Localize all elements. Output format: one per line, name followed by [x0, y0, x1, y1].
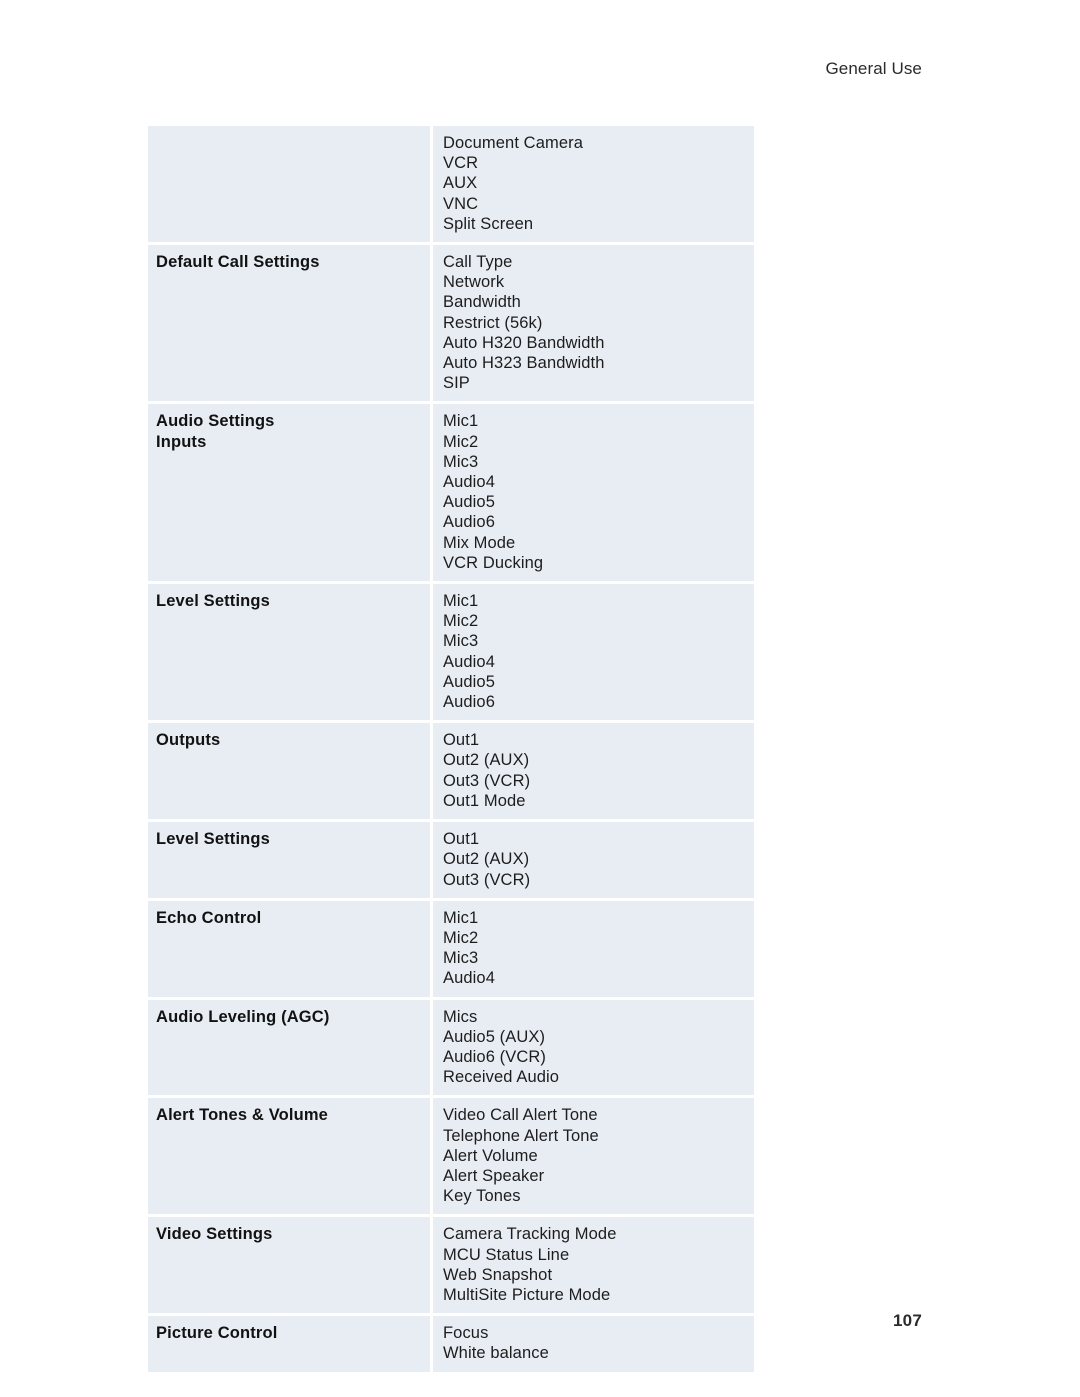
- category-label: Audio Settings: [156, 412, 275, 431]
- category-label: Inputs: [156, 433, 207, 452]
- running-header: General Use: [825, 59, 922, 78]
- table-row: Echo Control Mic1 Mic2 Mic3 Audio4: [148, 900, 754, 997]
- page-number: 107: [893, 1311, 922, 1330]
- option-item: White balance: [443, 1344, 549, 1363]
- table-cell-category: Default Call Settings: [148, 245, 430, 402]
- table-cell-options: Camera Tracking Mode MCU Status Line Web S…: [433, 1217, 754, 1314]
- option-item: Document Camera: [443, 134, 583, 152]
- option-item: Mic2: [443, 612, 479, 631]
- table-cell-options: Video Call Alert Tone Telephone Alert Ton…: [433, 1098, 754, 1215]
- category-label: Video Settings: [156, 1225, 273, 1244]
- table-cell-options: Mic1 Mic2 Mic3 Audio4: [433, 900, 754, 997]
- category-label: Echo Control: [156, 908, 262, 927]
- table-row: Level Settings Mic1 Mic2 Mic3 Audio4 Audio5 Au…: [148, 584, 754, 721]
- option-item: Mics: [443, 1007, 478, 1026]
- option-item: Mic1: [443, 592, 479, 611]
- table-cell-options: Out1 Out2 (AUX) Out3 (VCR) Out1 Mode: [433, 723, 754, 820]
- table-cell-category: Audio Settings Inputs: [148, 404, 430, 582]
- table-cell-options: Mics Audio5 (AUX) Audio6 (VCR) Received Aud…: [433, 999, 754, 1096]
- option-item: Received Audio: [443, 1068, 560, 1087]
- table-row: Default Call Settings Call Type Network Ban…: [148, 245, 754, 402]
- table-row: Audio Settings Inputs Mic1 Mic2 Mic3 Audio4 Au…: [148, 404, 754, 582]
- table-cell-options: Document Camera VCR AUX VNC Split Screen: [433, 126, 754, 243]
- option-item: VCR Ducking: [443, 553, 544, 572]
- option-item: Audio5: [443, 493, 495, 512]
- table-cell-options: Out1 Out2 (AUX) Out3 (VCR): [433, 822, 754, 898]
- option-item: Network: [443, 273, 505, 292]
- option-item: Bandwidth: [443, 293, 521, 312]
- option-item: VNC: [443, 194, 479, 213]
- category-label: Audio Leveling (AGC): [156, 1007, 330, 1026]
- table-cell-category: Alert Tones & Volume: [148, 1098, 430, 1215]
- option-item: Audio6 (VCR): [443, 1047, 546, 1066]
- option-item: Mic3: [443, 632, 479, 651]
- option-item: Out1: [443, 830, 480, 849]
- table-cell-category: Video Settings: [148, 1217, 430, 1314]
- option-item: Alert Volume: [443, 1146, 538, 1165]
- option-item: Mic1: [443, 908, 479, 927]
- option-item: Alert Speaker: [443, 1166, 545, 1185]
- table-row: Audio Leveling (AGC) Mics Audio5 (AUX) Audi…: [148, 999, 754, 1096]
- option-item: Auto H320 Bandwidth: [443, 333, 605, 352]
- category-label: Alert Tones & Volume: [156, 1106, 328, 1125]
- category-label: Level Settings: [156, 830, 270, 849]
- option-item: Out1 Mode: [443, 791, 526, 810]
- option-item: Audio6: [443, 693, 495, 712]
- table-cell-category: [148, 126, 430, 243]
- table-row: Outputs Out1 Out2 (AUX) Out3 (VCR) Out1 Mode: [148, 723, 754, 820]
- option-item: Split Screen: [443, 214, 534, 233]
- option-item: Mic2: [443, 432, 479, 451]
- option-item: Telephone Alert Tone: [443, 1126, 599, 1145]
- table-cell-options: Call Type Network Bandwidth Restrict (56k) A…: [433, 245, 754, 402]
- option-item: Mic2: [443, 928, 479, 947]
- option-item: Restrict (56k): [443, 313, 543, 332]
- option-item: MultiSite Picture Mode: [443, 1285, 611, 1304]
- table-cell-category: Audio Leveling (AGC): [148, 999, 430, 1096]
- option-item: Out2 (AUX): [443, 751, 530, 770]
- settings-table: Document Camera VCR AUX VNC Split Screen Defa…: [148, 126, 754, 1372]
- option-item: Audio4: [443, 969, 495, 988]
- option-item: MCU Status Line: [443, 1245, 570, 1264]
- table-row: Level Settings Out1 Out2 (AUX) Out3 (VCR): [148, 822, 754, 898]
- option-item: VCR: [443, 154, 479, 173]
- table-cell-category-empty: [156, 133, 420, 154]
- option-item: Call Type: [443, 253, 513, 272]
- option-item: Web Snapshot: [443, 1265, 553, 1284]
- option-item: Mic3: [443, 452, 479, 471]
- option-item: Key Tones: [443, 1187, 521, 1206]
- document-page: General Use Document Camera VCR AUX VNC Spli…: [0, 0, 1080, 1397]
- table-cell-options: Mic1 Mic2 Mic3 Audio4 Audio5 Audio6 Mix Mode VC…: [433, 404, 754, 582]
- table-cell-options: Mic1 Mic2 Mic3 Audio4 Audio5 Audio6: [433, 584, 754, 721]
- option-item: Out1: [443, 731, 480, 750]
- option-item: Out3 (VCR): [443, 771, 531, 790]
- table-row: Document Camera VCR AUX VNC Split Screen: [148, 126, 754, 243]
- option-item: Mix Mode: [443, 533, 516, 552]
- category-label: Outputs: [156, 731, 221, 750]
- option-item: Mic1: [443, 412, 479, 431]
- option-item: Mic3: [443, 949, 479, 968]
- option-item: Audio4: [443, 473, 495, 492]
- option-item: Audio5: [443, 672, 495, 691]
- option-item: Audio6: [443, 513, 495, 532]
- table-row: Video Settings Camera Tracking Mode MCU St…: [148, 1217, 754, 1314]
- option-item: Auto H323 Bandwidth: [443, 354, 605, 373]
- option-item: Audio4: [443, 652, 495, 671]
- table-cell-category: Level Settings: [148, 584, 430, 721]
- option-item: AUX: [443, 174, 478, 193]
- option-item: Out2 (AUX): [443, 850, 530, 869]
- option-item: Video Call Alert Tone: [443, 1106, 598, 1125]
- table-cell-category: Level Settings: [148, 822, 430, 898]
- option-item: Audio5 (AUX): [443, 1027, 546, 1046]
- table-cell-category: Echo Control: [148, 900, 430, 997]
- option-item: SIP: [443, 374, 470, 393]
- option-item: Out3 (VCR): [443, 870, 531, 889]
- table-cell-category: Outputs: [148, 723, 430, 820]
- category-label: Default Call Settings: [156, 253, 320, 272]
- table-row: Alert Tones & Volume Video Call Alert Ton…: [148, 1098, 754, 1215]
- option-item: Camera Tracking Mode: [443, 1225, 617, 1244]
- category-label: Level Settings: [156, 592, 270, 611]
